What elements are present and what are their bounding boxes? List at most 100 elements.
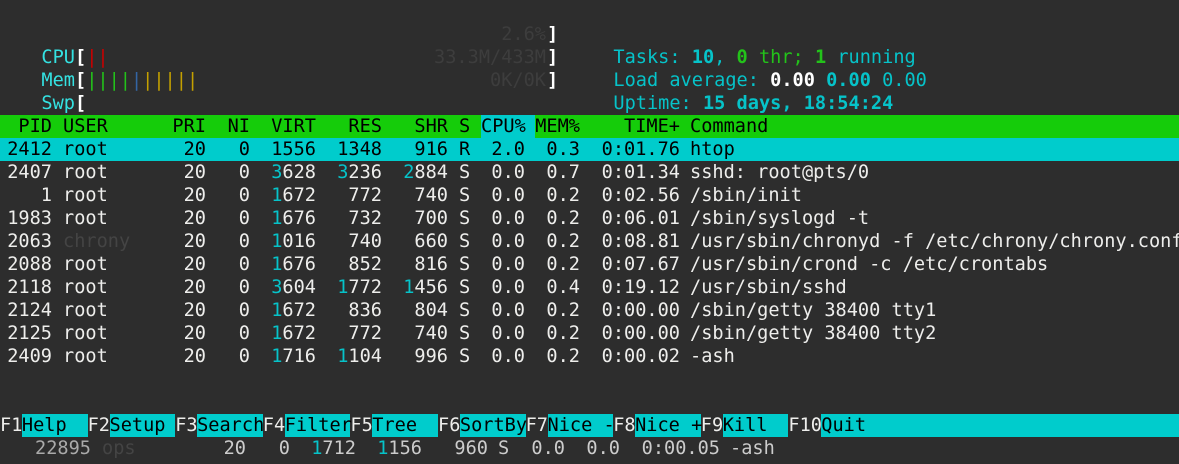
- process-virt: 3628: [271, 162, 316, 183]
- function-key-label-f8[interactable]: Nice +: [635, 414, 702, 437]
- process-cpu: 2.0: [491, 139, 525, 160]
- function-key-label-f4[interactable]: Filter: [284, 414, 352, 437]
- process-row[interactable]: 2409 root 20 0 1716 1104 996 S 0.0 0.2 0:00.02 -ash: [0, 345, 1179, 368]
- mem-meter-bars-cache: |||||: [142, 70, 199, 91]
- function-key-f1[interactable]: F1: [0, 414, 22, 437]
- process-cpu: 0.0: [491, 254, 525, 275]
- process-time: 0:19.12: [601, 277, 680, 298]
- process-cmd: /usr/sbin/chronyd -f /etc/chrony/chrony.…: [690, 231, 1179, 252]
- process-cmd: /sbin/init: [690, 185, 802, 206]
- background-process-shr: 960: [454, 438, 488, 459]
- process-s: S: [459, 254, 471, 275]
- column-header-mem[interactable]: MEM%: [535, 115, 580, 138]
- function-key-label-f10[interactable]: Quit: [821, 414, 1179, 437]
- function-key-f4[interactable]: F4: [263, 414, 285, 437]
- process-cpu: 0.0: [491, 162, 525, 183]
- process-pri: 20: [183, 346, 206, 367]
- function-key-label-f3[interactable]: Search: [197, 414, 264, 437]
- process-time: 0:07.67: [601, 254, 680, 275]
- function-key-label-f2[interactable]: Setup: [109, 414, 176, 437]
- process-s: S: [459, 323, 471, 344]
- swap-meter: Swp[: [41, 93, 87, 114]
- process-user: root: [63, 346, 108, 367]
- process-mem: 0.2: [546, 346, 580, 367]
- column-header-user[interactable]: USER: [63, 115, 163, 138]
- column-header-cpu[interactable]: CPU%: [481, 115, 535, 138]
- swap-meter-value: 0K/0K: [490, 70, 546, 91]
- process-row[interactable]: 2063 chrony 20 0 1016 740 660 S 0.0 0.2 0:08.81/us…: [0, 230, 1179, 253]
- column-header-shr[interactable]: SHR: [392, 115, 448, 138]
- process-row[interactable]: 2118 root 20 0 3604 1772 1456 S 0.0 0.4 0:19.12/us…: [0, 276, 1179, 299]
- column-header-s[interactable]: S: [459, 115, 473, 138]
- process-pri: 20: [183, 323, 206, 344]
- process-cpu: 0.0: [491, 185, 525, 206]
- process-virt: 1672: [271, 185, 316, 206]
- function-key-label-f5[interactable]: Tree: [372, 414, 438, 437]
- process-res: 836: [348, 300, 382, 321]
- process-row[interactable]: 1983 root 20 0 1676 732 700 S 0.0 0.2 0:06.01/sbin…: [0, 207, 1179, 230]
- function-key-label-f9[interactable]: Kill: [722, 414, 789, 437]
- mem-meter-bars-used: ||||: [86, 70, 131, 91]
- background-process-virt: 1712: [311, 438, 356, 459]
- process-pid: 2088: [7, 254, 52, 275]
- process-user: root: [63, 300, 108, 321]
- process-cpu: 0.0: [491, 346, 525, 367]
- process-ni: 0: [238, 323, 250, 344]
- process-shr: 996: [414, 346, 448, 367]
- column-header-virt[interactable]: VIRT: [260, 115, 316, 138]
- process-cpu: 0.0: [491, 208, 525, 229]
- process-user: root: [63, 139, 108, 160]
- function-key-f7[interactable]: F7: [526, 414, 548, 437]
- process-shr: 1456: [403, 277, 448, 298]
- column-header-pid[interactable]: PID: [0, 115, 52, 138]
- process-user: root: [63, 277, 108, 298]
- process-time: 0:00.00: [601, 300, 680, 321]
- process-row[interactable]: 1 root 20 0 1672 772 740 S 0.0 0.2 0:02.56/sbin/in…: [0, 184, 1179, 207]
- column-header-ni[interactable]: NI: [216, 115, 250, 138]
- process-shr: 660: [414, 231, 448, 252]
- process-user: root: [63, 254, 108, 275]
- function-key-label-f6[interactable]: SortBy: [459, 414, 527, 437]
- process-pid: 2125: [7, 323, 52, 344]
- process-row[interactable]: 2088 root 20 0 1676 852 816 S 0.0 0.2 0:07.67/usr/…: [0, 253, 1179, 276]
- process-mem: 0.2: [546, 208, 580, 229]
- process-row[interactable]: 2124 root 20 0 1672 836 804 S 0.0 0.2 0:00.00/sbin…: [0, 299, 1179, 322]
- function-key-f2[interactable]: F2: [88, 414, 110, 437]
- process-row[interactable]: 2407 root 20 0 3628 3236 2884 S 0.0 0.7 0:01.34 ssh…: [0, 161, 1179, 184]
- process-user: root: [63, 185, 108, 206]
- column-header-pri[interactable]: PRI: [160, 115, 206, 138]
- process-cmd: /usr/sbin/sshd: [690, 277, 847, 298]
- function-key-f8[interactable]: F8: [613, 414, 635, 437]
- mem-meter: Mem[||||||||||: [41, 70, 199, 91]
- background-process-res: 1156: [377, 438, 422, 459]
- process-row[interactable]: 2125 root 20 0 1672 772 740 S 0.0 0.2 0:00.00/sbin…: [0, 322, 1179, 345]
- process-shr: 700: [414, 208, 448, 229]
- swap-meter-label: Swp: [41, 93, 75, 114]
- process-mem: 0.2: [546, 185, 580, 206]
- process-res: 3236: [337, 162, 382, 183]
- process-user: root: [63, 162, 108, 183]
- function-key-f10[interactable]: F10: [788, 414, 822, 437]
- function-key-label-f7[interactable]: Nice -: [547, 414, 615, 437]
- function-key-f9[interactable]: F9: [701, 414, 723, 437]
- process-cpu: 0.0: [491, 231, 525, 252]
- process-row[interactable]: 2412 root 20 0 1556 1348 916 R 2.0 0.3 0:01.76 htop: [0, 138, 1179, 161]
- process-ni: 0: [238, 162, 250, 183]
- process-res: 1348: [337, 139, 382, 160]
- function-key-label-f1[interactable]: Help: [21, 414, 88, 437]
- process-pri: 20: [183, 139, 206, 160]
- process-shr: 740: [414, 185, 448, 206]
- column-header-cmd[interactable]: Command: [690, 115, 1179, 138]
- function-key-f5[interactable]: F5: [350, 414, 372, 437]
- function-key-f3[interactable]: F3: [175, 414, 197, 437]
- background-process-row: 22895 ops 20 0 1712 1156 960 S 0.0 0.0 0:00.05 -ash: [0, 437, 1179, 460]
- process-virt: 1672: [271, 323, 316, 344]
- process-pri: 20: [183, 185, 206, 206]
- process-pri: 20: [183, 254, 206, 275]
- column-header-time[interactable]: TIME+: [590, 115, 680, 138]
- tasks-stat: Tasks: 10, 0 thr; 1 running: [613, 47, 916, 68]
- process-time: 0:06.01: [601, 208, 680, 229]
- column-header-res[interactable]: RES: [326, 115, 382, 138]
- function-key-f6[interactable]: F6: [438, 414, 460, 437]
- process-virt: 1716: [271, 346, 316, 367]
